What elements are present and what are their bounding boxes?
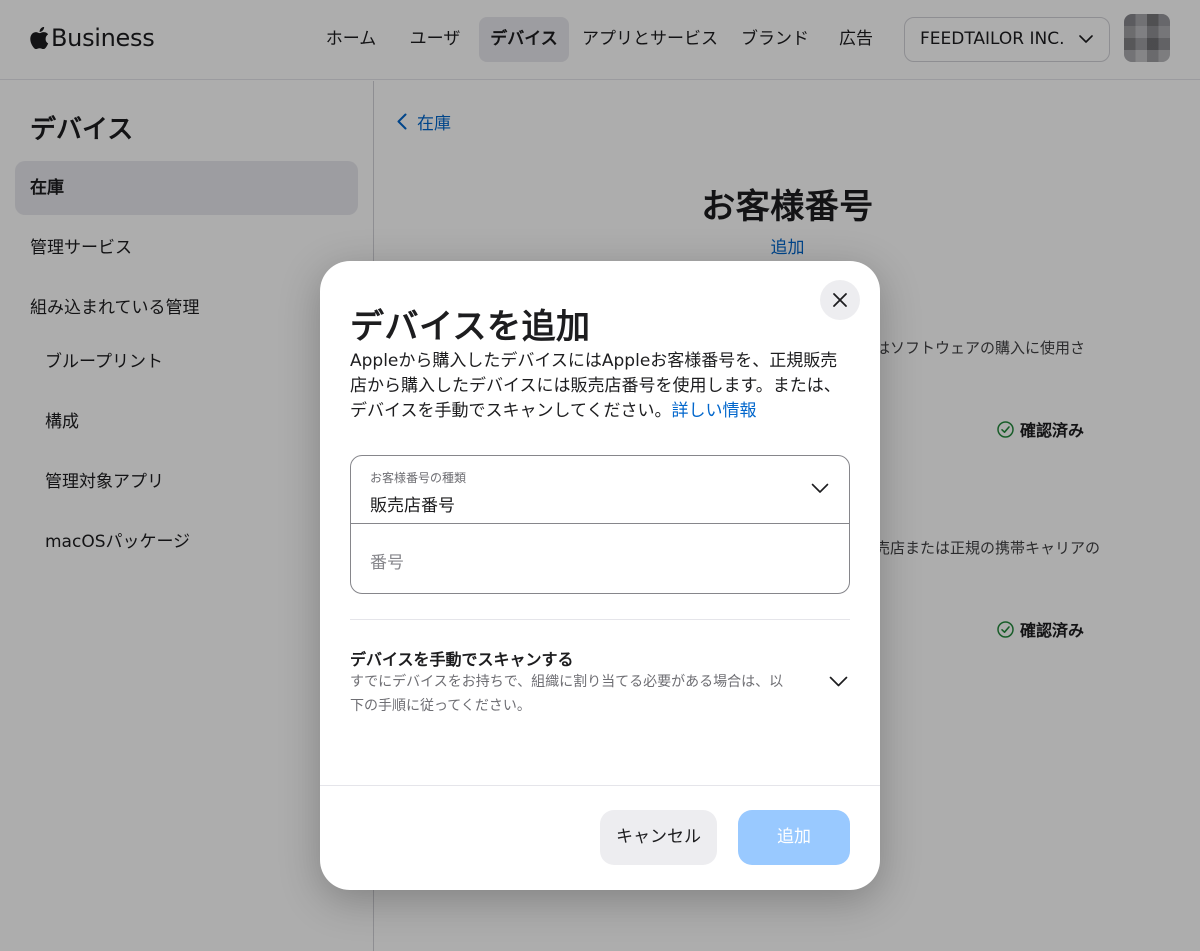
footer-divider [320, 785, 880, 786]
divider [350, 619, 850, 620]
learn-more-link[interactable]: 詳しい情報 [671, 401, 756, 421]
manual-scan-description: すでにデバイスをお持ちで、組織に割り当てる必要がある場合は、以下の手順に従ってく… [350, 674, 784, 714]
number-input-placeholder: 番号 [370, 553, 404, 573]
add-button[interactable]: 追加 [738, 810, 850, 865]
close-button[interactable] [820, 280, 860, 320]
number-type-label: お客様番号の種類 [370, 471, 467, 485]
add-device-dialog: デバイスを追加 Appleから購入したデバイスにはAppleお客様番号を、正規販… [320, 261, 880, 890]
customer-number-form: お客様番号の種類 販売店番号 番号 [350, 455, 850, 594]
dialog-title: デバイスを追加 [350, 307, 591, 347]
number-input[interactable]: 番号 [351, 524, 849, 593]
chevron-down-icon[interactable] [829, 676, 848, 688]
close-icon [833, 293, 847, 307]
cancel-button[interactable]: キャンセル [600, 810, 717, 865]
dialog-description: Appleから購入したデバイスにはAppleお客様番号を、正規販売店から購入した… [350, 349, 850, 424]
dialog-description-text: Appleから購入したデバイスにはAppleお客様番号を、正規販売店から購入した… [350, 351, 841, 421]
number-type-select[interactable]: お客様番号の種類 販売店番号 [351, 456, 849, 524]
chevron-down-icon [811, 483, 829, 493]
number-type-value: 販売店番号 [370, 496, 455, 516]
manual-scan-title[interactable]: デバイスを手動でスキャンする [350, 646, 574, 670]
